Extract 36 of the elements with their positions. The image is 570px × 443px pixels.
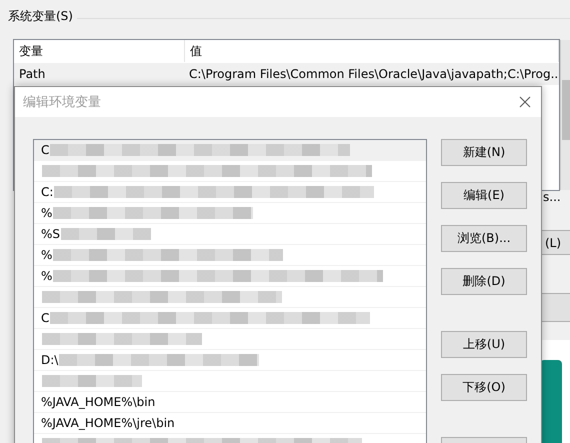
list-item[interactable]: % [34,266,426,287]
dialog-button[interactable]: 下移(O) [441,374,527,401]
path-text: %JAVA_HOME%\bin [41,395,156,409]
list-item[interactable]: C: [34,182,426,203]
column-header[interactable]: 变量 [14,40,185,62]
dialog-button[interactable]: 浏览(B)... [441,225,527,252]
list-item[interactable]: C [34,140,426,161]
table-cell-text: C:\Program Files\Common Files\Oracle\Java\javapath;C:\Prog... [188,67,559,81]
dialog-button[interactable]: 上移(U) [441,331,527,358]
list-item[interactable]: %JAVA_HOME%\jre\bin [34,413,426,434]
path-text: C: [41,185,54,199]
table-cell-text: Path [18,67,46,81]
table-row[interactable]: Path C:\Program Files\Common Files\Oracle\Java\javapath;C:\Prog... [14,63,559,85]
list-item[interactable]: % [34,245,426,266]
path-text: C [41,143,50,157]
list-item[interactable]: C [34,308,426,329]
list-item[interactable]: D:\ [34,350,426,371]
group-label: 系统变量(S) [8,8,77,25]
path-text: % [41,269,52,283]
column-header[interactable]: 值 [185,40,559,62]
dialog-button[interactable]: 删除(D) [441,268,527,295]
list-item[interactable]: %S [34,224,426,245]
path-text: % [41,206,52,220]
dialog-button[interactable]: 编辑(E) [441,182,527,209]
path-text: % [41,248,52,262]
path-text: %JAVA_HOME%\jre\bin [41,416,175,430]
list-item[interactable]: %JAVA_HOME%\bin [34,392,426,413]
scrollbar[interactable] [560,40,570,190]
dialog-title: 编辑环境变量 [23,94,101,111]
path-text: %S [41,227,60,241]
close-icon[interactable] [519,96,531,108]
dialog-button[interactable]: 新建(N) [441,139,527,166]
list-item[interactable]: % [34,203,426,224]
path-text: C [41,311,50,325]
path-text: D:\ [41,353,58,367]
table-cell: s... [543,190,561,204]
